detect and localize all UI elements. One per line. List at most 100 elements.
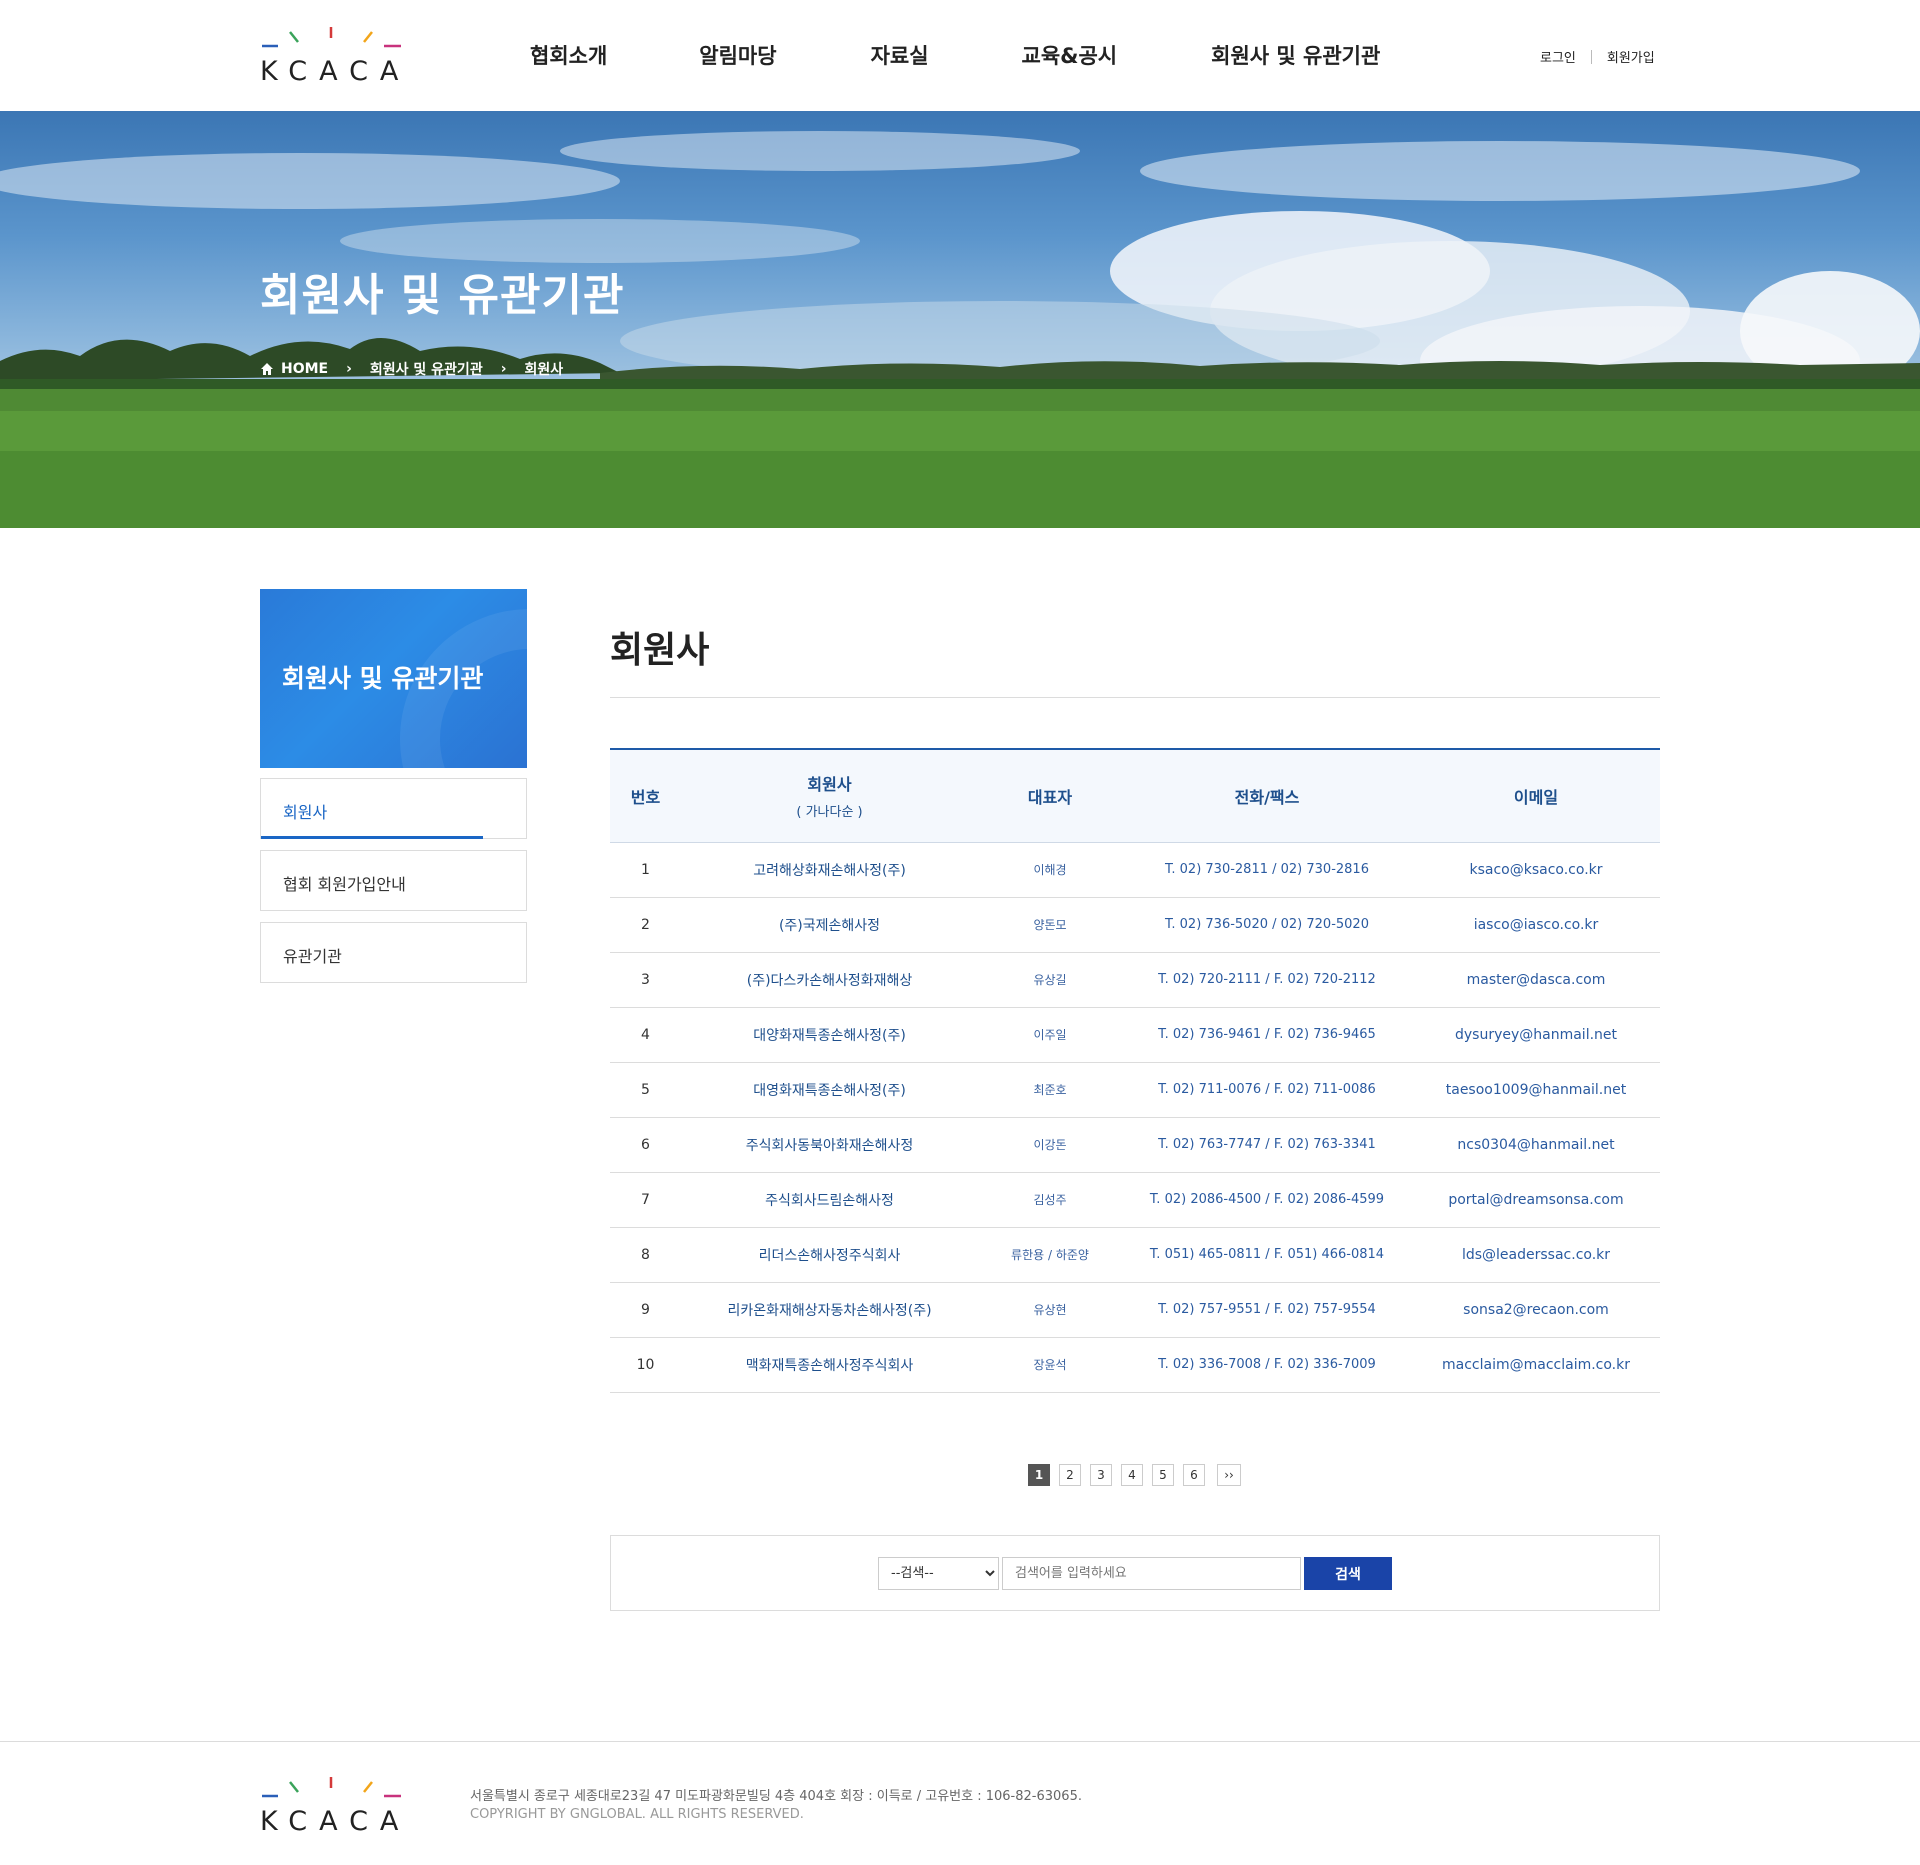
row-email[interactable]: sonsa2@recaon.com	[1412, 1282, 1660, 1338]
active-indicator	[261, 836, 483, 839]
pagination: 1 2 3 4 5 6 ››	[1028, 1464, 1250, 1486]
col-company-sort-note: ( 가나다순 )	[796, 805, 863, 821]
row-phone-fax: T. 02) 336-7008 / F. 02) 336-7009	[1122, 1337, 1412, 1393]
chevron-right-icon: ›	[346, 361, 352, 377]
table-row: 10 맥화재특종손해사정주식회사 장윤석 T. 02) 336-7008 / F. 0…	[610, 1337, 1660, 1393]
page-link-6[interactable]: 6	[1183, 1464, 1205, 1486]
col-email: 이메일	[1412, 749, 1660, 843]
row-email[interactable]: iasco@iasco.co.kr	[1412, 897, 1660, 953]
row-company[interactable]: 주식회사드림손해사정	[681, 1172, 978, 1228]
table-body: 1 고려해상화재손해사정(주) 이해경 T. 02) 730-2811 / 02) 7…	[610, 842, 1660, 1393]
breadcrumb-current[interactable]: 회원사	[524, 359, 563, 379]
sidebar-item-join-guide[interactable]: 협회 회원가입안내	[260, 850, 527, 911]
col-company: 회원사 ( 가나다순 )	[681, 749, 978, 843]
row-phone-fax: T. 02) 2086-4500 / F. 02) 2086-4599	[1122, 1172, 1412, 1228]
row-email[interactable]: ncs0304@hanmail.net	[1412, 1117, 1660, 1173]
row-phone-fax: T. 02) 711-0076 / F. 02) 711-0086	[1122, 1062, 1412, 1118]
row-representative: 최준호	[978, 1062, 1122, 1118]
chevron-right-icon: ›	[500, 361, 507, 377]
site-header: KCACA 협회소개 알림마당 자료실 교육&공시 회원사 및 유관기관 로그인…	[0, 0, 1920, 111]
page-link-1[interactable]: 1	[1028, 1464, 1050, 1486]
row-email[interactable]: ksaco@ksaco.co.kr	[1412, 842, 1660, 898]
row-number: 7	[610, 1172, 681, 1228]
footer-logo-text: KCACA	[260, 1806, 411, 1837]
search-box: --검색-- 검색	[610, 1535, 1660, 1611]
sidebar-title: 회원사 및 유관기관	[282, 664, 484, 693]
row-email[interactable]: portal@dreamsonsa.com	[1412, 1172, 1660, 1228]
row-phone-fax: T. 02) 736-9461 / F. 02) 736-9465	[1122, 1007, 1412, 1063]
join-link[interactable]: 회원가입	[1607, 47, 1655, 66]
row-company[interactable]: 고려해상화재손해사정(주)	[681, 842, 978, 898]
search-button[interactable]: 검색	[1304, 1557, 1392, 1590]
login-link[interactable]: 로그인	[1540, 47, 1576, 66]
table-header-row: 번호 회원사 ( 가나다순 ) 대표자 전화/팩스 이메일	[610, 749, 1660, 843]
row-number: 9	[610, 1282, 681, 1338]
site-logo[interactable]: KCACA	[260, 26, 405, 87]
row-representative: 류한용 / 하준양	[978, 1227, 1122, 1283]
row-company[interactable]: 리더스손해사정주식회사	[681, 1227, 978, 1283]
nav-archive[interactable]: 자료실	[871, 40, 929, 70]
logo-text: KCACA	[260, 56, 411, 87]
page-link-4[interactable]: 4	[1121, 1464, 1143, 1486]
sidebar-item-members[interactable]: 회원사	[260, 778, 527, 839]
footer-logo: KCACA	[260, 1776, 405, 1837]
row-representative: 장윤석	[978, 1337, 1122, 1393]
home-icon[interactable]	[260, 362, 274, 376]
breadcrumb-home[interactable]: HOME	[281, 361, 328, 377]
nav-education[interactable]: 교육&공시	[1022, 40, 1118, 70]
row-company[interactable]: 대양화재특종손해사정(주)	[681, 1007, 978, 1063]
col-representative: 대표자	[978, 749, 1122, 843]
row-number: 4	[610, 1007, 681, 1063]
row-number: 5	[610, 1062, 681, 1118]
row-company[interactable]: (주)다스카손해사정화재해상	[681, 952, 978, 1008]
logo-marks-icon	[262, 27, 401, 48]
row-phone-fax: T. 02) 730-2811 / 02) 730-2816	[1122, 842, 1412, 898]
sidebar-title-box: 회원사 및 유관기관	[260, 589, 527, 768]
table-row: 5 대영화재특종손해사정(주) 최준호 T. 02) 711-0076 / F. 02…	[610, 1062, 1660, 1118]
breadcrumb: HOME › 회원사 및 유관기관 › 회원사	[260, 359, 563, 379]
row-company[interactable]: 리카온화재해상자동차손해사정(주)	[681, 1282, 978, 1338]
page-link-2[interactable]: 2	[1059, 1464, 1081, 1486]
row-representative: 유상현	[978, 1282, 1122, 1338]
row-number: 2	[610, 897, 681, 953]
table-row: 8 리더스손해사정주식회사 류한용 / 하준양 T. 051) 465-0811 / …	[610, 1227, 1660, 1283]
member-table: 번호 회원사 ( 가나다순 ) 대표자 전화/팩스 이메일 1 고려해상화재손해사…	[610, 748, 1660, 1393]
row-phone-fax: T. 02) 736-5020 / 02) 720-5020	[1122, 897, 1412, 953]
row-phone-fax: T. 02) 757-9551 / F. 02) 757-9554	[1122, 1282, 1412, 1338]
page-title: 회원사	[610, 630, 710, 671]
util-menu: 로그인 회원가입	[1540, 47, 1655, 66]
row-representative: 이해경	[978, 842, 1122, 898]
sidebar-item-label: 협회 회원가입안내	[283, 875, 406, 894]
row-representative: 이주일	[978, 1007, 1122, 1063]
page-link-5[interactable]: 5	[1152, 1464, 1174, 1486]
row-email[interactable]: macclaim@macclaim.co.kr	[1412, 1337, 1660, 1393]
breadcrumb-section[interactable]: 회원사 및 유관기관	[370, 359, 483, 379]
footer-address: 서울특별시 종로구 세종대로23길 47 미도파광화문빌딩 4층 404호 회장…	[470, 1789, 1082, 1804]
row-email[interactable]: master@dasca.com	[1412, 952, 1660, 1008]
nav-members[interactable]: 회원사 및 유관기관	[1211, 40, 1380, 70]
sidebar-item-related[interactable]: 유관기관	[260, 922, 527, 983]
row-number: 10	[610, 1337, 681, 1393]
row-representative: 양돈모	[978, 897, 1122, 953]
row-email[interactable]: dysuryey@hanmail.net	[1412, 1007, 1660, 1063]
row-email[interactable]: lds@leaderssac.co.kr	[1412, 1227, 1660, 1283]
nav-notice[interactable]: 알림마당	[699, 40, 776, 70]
footer-divider	[0, 1741, 1920, 1742]
row-company[interactable]: (주)국제손해사정	[681, 897, 978, 953]
sidebar-item-label: 유관기관	[283, 947, 342, 966]
col-company-label: 회원사	[807, 775, 852, 795]
util-divider	[1590, 49, 1592, 64]
row-company[interactable]: 대영화재특종손해사정(주)	[681, 1062, 978, 1118]
sidebar-item-label: 회원사	[283, 803, 328, 822]
page-link-3[interactable]: 3	[1090, 1464, 1112, 1486]
search-type-select[interactable]: --검색--	[878, 1557, 999, 1590]
row-phone-fax: T. 02) 720-2111 / F. 02) 720-2112	[1122, 952, 1412, 1008]
table-row: 2 (주)국제손해사정 양돈모 T. 02) 736-5020 / 02) 720-5…	[610, 897, 1660, 953]
row-email[interactable]: taesoo1009@hanmail.net	[1412, 1062, 1660, 1118]
row-number: 6	[610, 1117, 681, 1173]
nav-about[interactable]: 협회소개	[530, 40, 607, 70]
row-company[interactable]: 맥화재특종손해사정주식회사	[681, 1337, 978, 1393]
next-page-icon[interactable]: ››	[1217, 1464, 1241, 1486]
row-company[interactable]: 주식회사동북아화재손해사정	[681, 1117, 978, 1173]
search-input[interactable]	[1002, 1557, 1301, 1590]
